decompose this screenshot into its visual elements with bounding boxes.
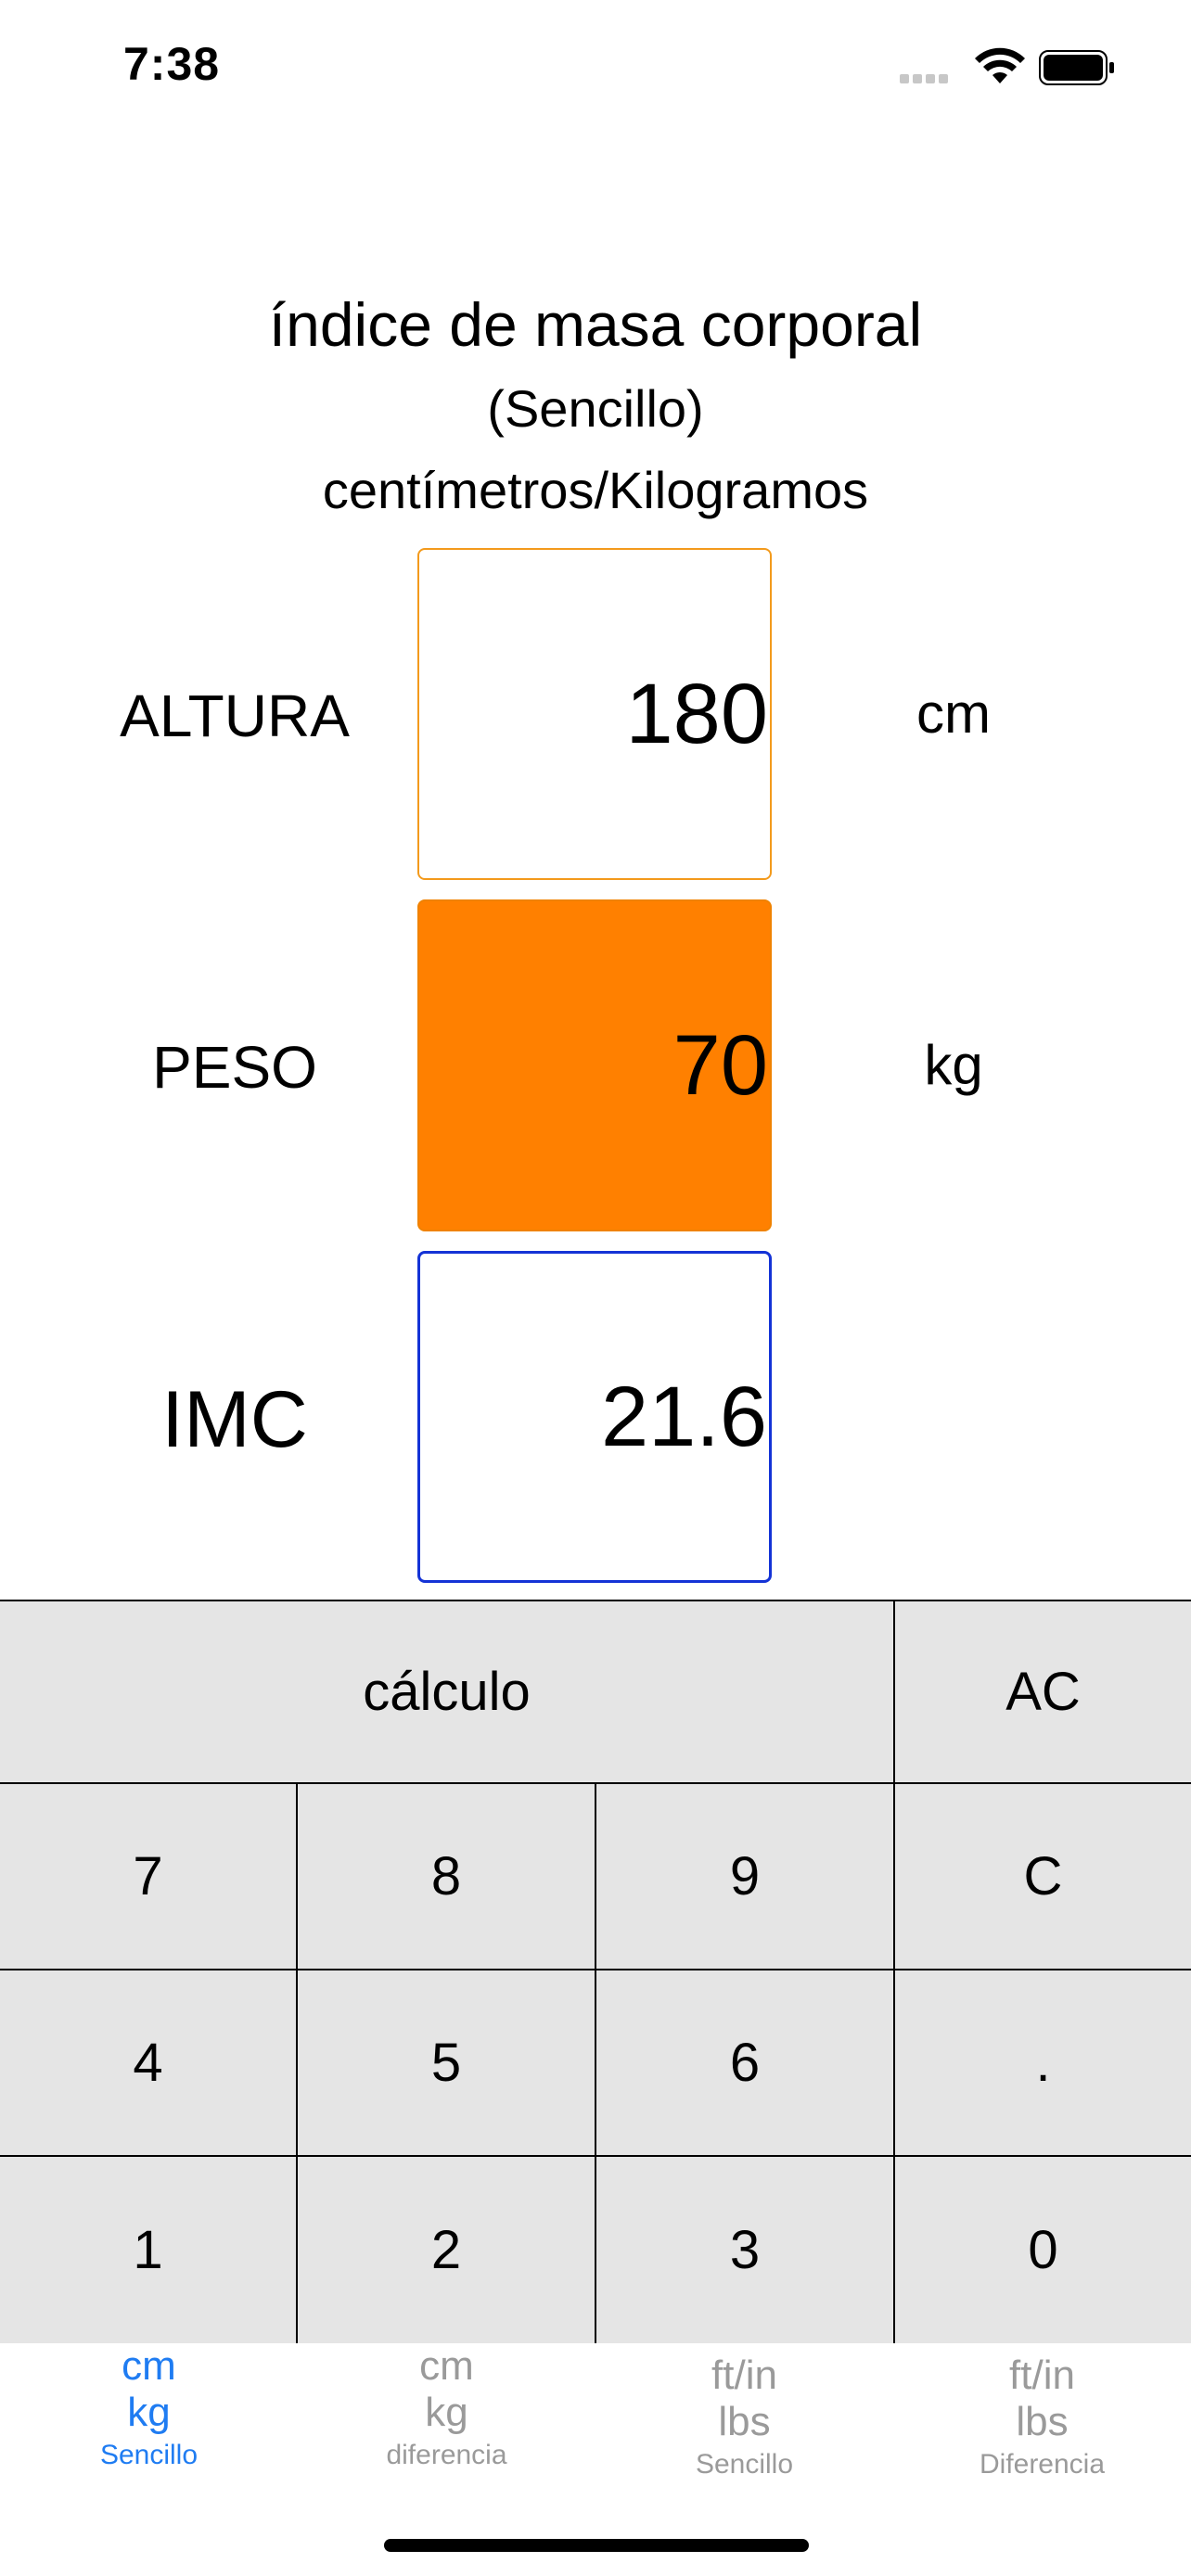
key-8[interactable]: 8	[298, 1782, 596, 1969]
weight-value: 70	[672, 1017, 768, 1113]
weight-unit: kg	[924, 1034, 983, 1096]
tab-label-line2: kg	[127, 2390, 171, 2435]
page-subtitle: (Sencillo)	[487, 379, 704, 438]
page-title: índice de masa corporal	[268, 290, 923, 359]
tab-label-line1: ft/in	[711, 2353, 777, 2398]
key-1[interactable]: 1	[0, 2155, 298, 2343]
height-value: 180	[625, 666, 769, 761]
tab-caption: Sencillo	[695, 2449, 794, 2480]
tab-ftin-lbs-simple[interactable]: ft/in lbs Sencillo	[596, 2353, 893, 2480]
all-clear-button[interactable]: AC	[895, 1600, 1191, 1782]
key-5[interactable]: 5	[298, 1969, 596, 2155]
units-caption: centímetros/Kilogramos	[322, 461, 869, 519]
tab-cm-kg-simple[interactable]: cm kg Sencillo	[0, 2343, 298, 2471]
tab-label-line2: lbs	[1016, 2399, 1069, 2444]
bmi-result-field: 21.6	[417, 1251, 772, 1583]
height-label: ALTURA	[120, 682, 350, 749]
tab-label-line2: kg	[425, 2390, 468, 2435]
key-6[interactable]: 6	[596, 1969, 895, 2155]
tab-label-line1: ft/in	[1009, 2353, 1075, 2398]
tab-label-line2: lbs	[718, 2399, 771, 2444]
tab-label-line1: cm	[122, 2343, 176, 2389]
key-9[interactable]: 9	[596, 1782, 895, 1969]
height-field[interactable]: 180	[417, 548, 772, 880]
decimal-point-button[interactable]: .	[895, 1969, 1191, 2155]
battery-icon	[1039, 50, 1114, 85]
tab-cm-kg-difference[interactable]: cm kg diferencia	[298, 2343, 596, 2471]
tab-ftin-lbs-difference[interactable]: ft/in lbs Diferencia	[893, 2353, 1191, 2480]
key-2[interactable]: 2	[298, 2155, 596, 2343]
bmi-label: IMC	[161, 1375, 308, 1464]
tab-caption: diferencia	[386, 2440, 507, 2470]
bmi-value: 21.6	[600, 1369, 767, 1464]
tab-label-line1: cm	[419, 2343, 474, 2389]
status-time: 7:38	[123, 38, 221, 90]
calculate-button[interactable]: cálculo	[0, 1600, 895, 1782]
key-3[interactable]: 3	[596, 2155, 895, 2343]
key-4[interactable]: 4	[0, 1969, 298, 2155]
home-indicator[interactable]	[384, 2539, 809, 2552]
weight-field[interactable]: 70	[417, 899, 772, 1231]
keypad: cálculo AC 7 8 9 C 4 5 6 . 1 2 3 0	[0, 1600, 1191, 2343]
tab-caption: Sencillo	[99, 2440, 198, 2470]
weight-label: PESO	[152, 1034, 317, 1101]
cellular-signal-icon	[900, 74, 955, 85]
clear-button[interactable]: C	[895, 1782, 1191, 1969]
height-unit: cm	[916, 682, 991, 745]
wifi-icon	[975, 47, 1025, 83]
tab-caption: Diferencia	[979, 2449, 1106, 2480]
key-0[interactable]: 0	[895, 2155, 1191, 2343]
key-7[interactable]: 7	[0, 1782, 298, 1969]
